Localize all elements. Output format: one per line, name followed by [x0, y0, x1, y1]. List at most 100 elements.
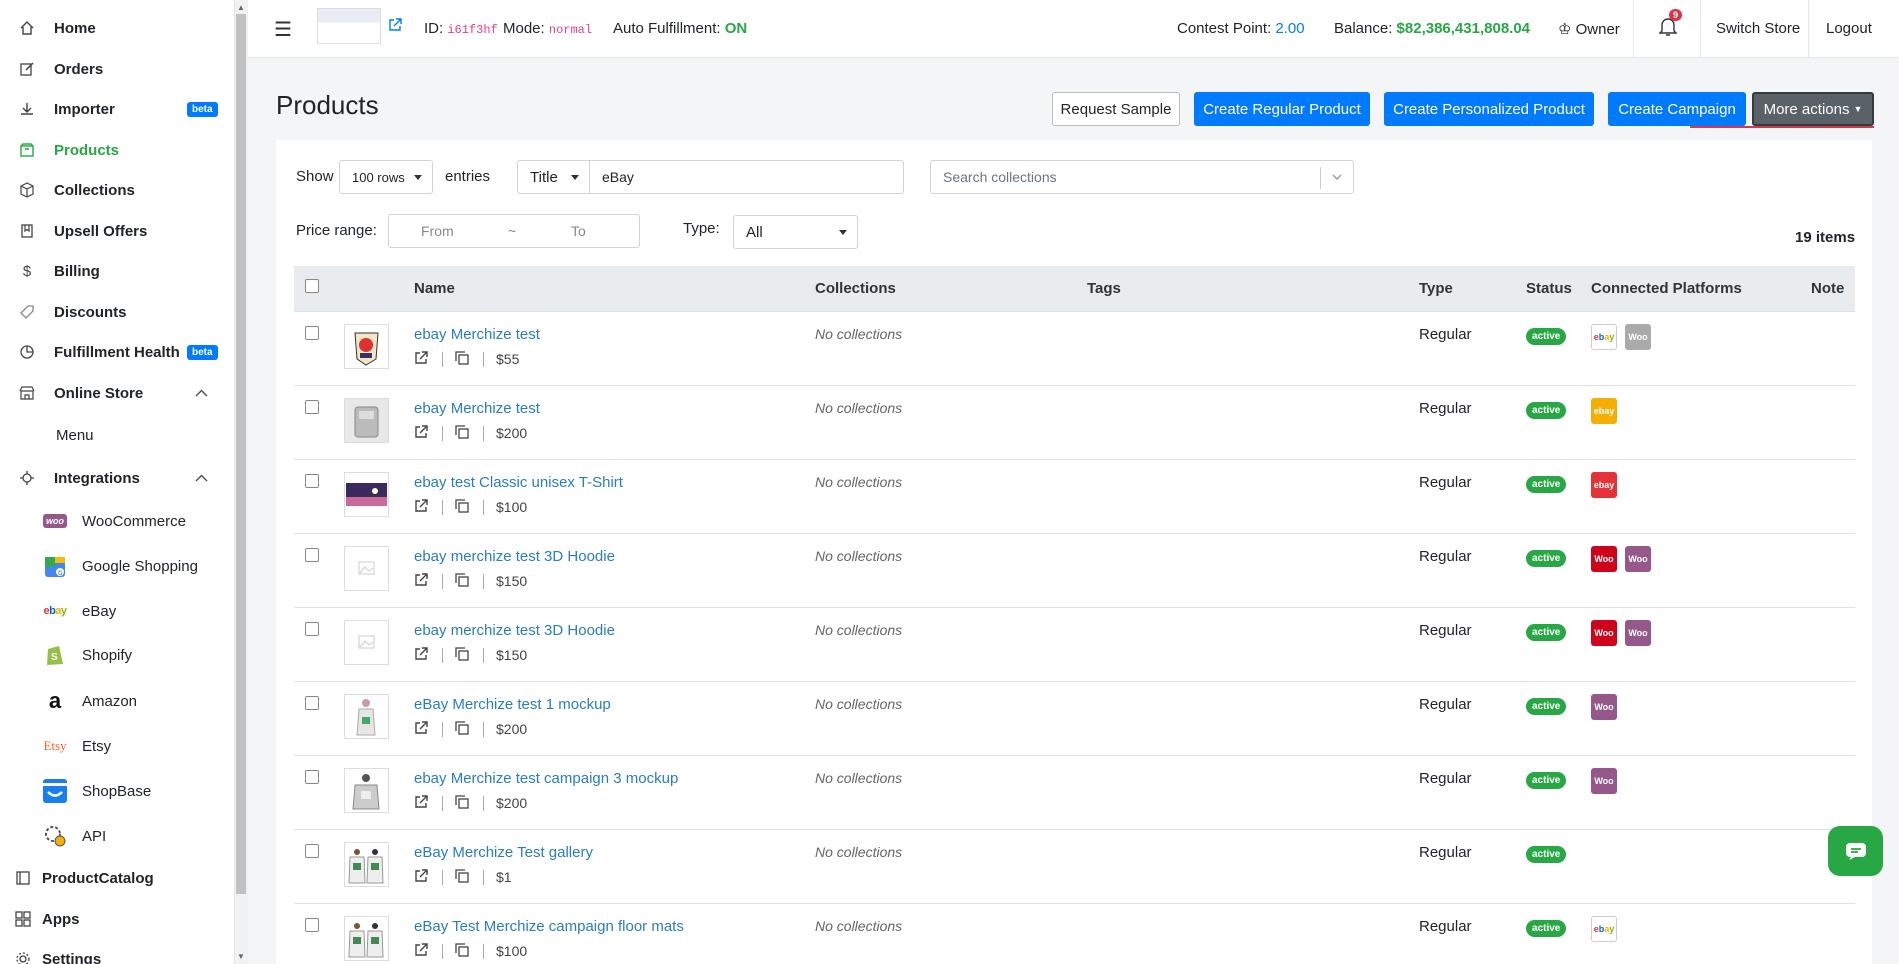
price-to-input[interactable]: To — [571, 223, 586, 239]
product-name-link[interactable]: eBay Test Merchize campaign floor mats — [414, 918, 815, 935]
duplicate-icon[interactable] — [455, 646, 475, 664]
external-link-icon[interactable] — [414, 498, 434, 516]
external-link-icon[interactable] — [414, 720, 434, 738]
woocommerce-platform-icon[interactable]: Woo — [1591, 693, 1617, 720]
product-thumbnail[interactable] — [344, 323, 389, 369]
sidebar-item-online-store[interactable]: Online Store — [0, 378, 234, 408]
sidebar-item-importer[interactable]: Importer beta — [0, 94, 234, 124]
row-checkbox[interactable] — [305, 843, 319, 858]
price-range-input[interactable]: From ~ To — [388, 214, 640, 248]
product-name-link[interactable]: eBay Merchize test 1 mockup — [414, 696, 815, 713]
product-name-link[interactable]: ebay merchize test 3D Hoodie — [414, 548, 815, 565]
product-name-link[interactable]: eBay Merchize Test gallery — [414, 844, 815, 861]
external-link-icon[interactable] — [414, 572, 434, 590]
sidebar-item-billing[interactable]: $ Billing — [0, 256, 234, 286]
sidebar-item-orders[interactable]: Orders — [0, 54, 234, 84]
create-regular-product-button[interactable]: Create Regular Product — [1194, 92, 1370, 126]
name-header[interactable]: Name — [414, 266, 815, 311]
hamburger-menu-icon[interactable]: ☰ — [274, 17, 292, 42]
row-checkbox[interactable] — [305, 399, 319, 414]
woocommerce-platform-icon[interactable]: Woo — [1591, 619, 1617, 646]
external-link-icon[interactable] — [414, 646, 434, 664]
duplicate-icon[interactable] — [455, 942, 475, 960]
sidebar-item-menu[interactable]: Menu — [0, 420, 234, 450]
ebay-platform-icon[interactable]: ebay — [1591, 323, 1617, 350]
woocommerce-platform-icon[interactable]: Woo — [1625, 545, 1651, 572]
product-thumbnail[interactable] — [344, 915, 389, 961]
woocommerce-platform-icon[interactable]: Woo — [1625, 619, 1651, 646]
duplicate-icon[interactable] — [455, 572, 475, 590]
duplicate-icon[interactable] — [455, 424, 475, 442]
logout-link[interactable]: Logout — [1826, 20, 1872, 37]
product-thumbnail[interactable] — [344, 397, 389, 443]
collections-search-input[interactable]: Search collections — [930, 160, 1354, 194]
chevron-up-icon[interactable] — [195, 471, 208, 485]
sidebar-item-fulfillment-health[interactable]: Fulfillment Health beta — [0, 337, 234, 367]
price-from-input[interactable]: From — [421, 223, 454, 239]
sidebar-item-etsy[interactable]: Etsy Etsy — [0, 731, 234, 761]
request-sample-button[interactable]: Request Sample — [1052, 92, 1180, 126]
row-checkbox[interactable] — [305, 769, 319, 784]
sidebar-item-apps[interactable]: Apps — [0, 904, 234, 934]
product-name-link[interactable]: ebay merchize test 3D Hoodie — [414, 622, 815, 639]
product-thumbnail[interactable] — [344, 767, 389, 813]
sidebar-item-discounts[interactable]: Discounts — [0, 297, 234, 327]
switch-store-link[interactable]: Switch Store — [1716, 20, 1800, 37]
product-name-link[interactable]: ebay test Classic unisex T-Shirt — [414, 474, 815, 491]
sidebar-item-upsell[interactable]: Upsell Offers — [0, 216, 234, 246]
external-link-icon[interactable] — [414, 942, 434, 960]
store-logo[interactable] — [317, 8, 381, 44]
woocommerce-platform-icon[interactable]: Woo — [1591, 545, 1617, 572]
sidebar-item-collections[interactable]: Collections — [0, 175, 234, 205]
scroll-up-arrow-icon[interactable]: ▲ — [236, 3, 246, 12]
chat-button[interactable] — [1828, 826, 1883, 876]
sidebar-item-woocommerce[interactable]: woo WooCommerce — [0, 506, 234, 536]
external-link-icon[interactable] — [414, 868, 434, 886]
external-link-icon[interactable] — [414, 424, 434, 442]
woocommerce-platform-icon[interactable]: Woo — [1591, 767, 1617, 794]
search-input[interactable]: eBay — [589, 160, 904, 194]
sidebar-item-settings[interactable]: Settings — [0, 944, 234, 964]
sidebar-item-google-shopping[interactable]: G Google Shopping — [0, 551, 234, 581]
row-checkbox[interactable] — [305, 547, 319, 562]
ebay-platform-icon[interactable]: ebay — [1591, 397, 1617, 424]
woocommerce-platform-icon[interactable]: Woo — [1625, 323, 1651, 350]
ebay-platform-icon[interactable]: ebay — [1591, 915, 1617, 942]
sidebar-item-api[interactable]: API — [0, 821, 234, 851]
ebay-platform-icon[interactable]: ebay — [1591, 471, 1617, 498]
rows-per-page-select[interactable]: 100 rows — [339, 160, 433, 194]
scroll-down-arrow-icon[interactable]: ▼ — [236, 952, 246, 961]
product-thumbnail[interactable] — [344, 693, 389, 739]
search-field-select[interactable]: Title — [517, 160, 590, 194]
duplicate-icon[interactable] — [455, 794, 475, 812]
create-campaign-button[interactable]: Create Campaign — [1608, 92, 1746, 126]
product-thumbnail[interactable] — [344, 619, 389, 665]
sidebar-item-home[interactable]: Home — [0, 13, 234, 43]
chevron-down-icon[interactable] — [1331, 170, 1343, 186]
product-name-link[interactable]: ebay Merchize test — [414, 326, 815, 343]
sidebar-item-integrations[interactable]: Integrations — [0, 463, 234, 493]
row-checkbox[interactable] — [305, 473, 319, 488]
chevron-up-icon[interactable] — [195, 386, 208, 400]
sidebar-item-shopbase[interactable]: ShopBase — [0, 776, 234, 806]
duplicate-icon[interactable] — [455, 868, 475, 886]
sidebar-item-products[interactable]: Products — [0, 135, 234, 165]
duplicate-icon[interactable] — [455, 498, 475, 516]
product-name-link[interactable]: ebay Merchize test — [414, 400, 815, 417]
scrollbar-thumb[interactable] — [236, 14, 246, 894]
product-thumbnail[interactable] — [344, 471, 389, 517]
row-checkbox[interactable] — [305, 621, 319, 636]
product-thumbnail[interactable] — [344, 545, 389, 591]
more-actions-button[interactable]: More actions ▼ — [1752, 92, 1874, 126]
product-name-link[interactable]: ebay Merchize test campaign 3 mockup — [414, 770, 815, 787]
row-checkbox[interactable] — [305, 695, 319, 710]
external-link-icon[interactable] — [414, 350, 434, 368]
create-personalized-product-button[interactable]: Create Personalized Product — [1384, 92, 1594, 126]
external-link-icon[interactable] — [414, 794, 434, 812]
type-select[interactable]: All — [733, 215, 858, 249]
duplicate-icon[interactable] — [455, 720, 475, 738]
sidebar-item-shopify[interactable]: S Shopify — [0, 640, 234, 670]
sidebar-item-amazon[interactable]: a Amazon — [0, 686, 234, 716]
external-link-icon[interactable] — [388, 18, 402, 35]
product-thumbnail[interactable] — [344, 841, 389, 887]
